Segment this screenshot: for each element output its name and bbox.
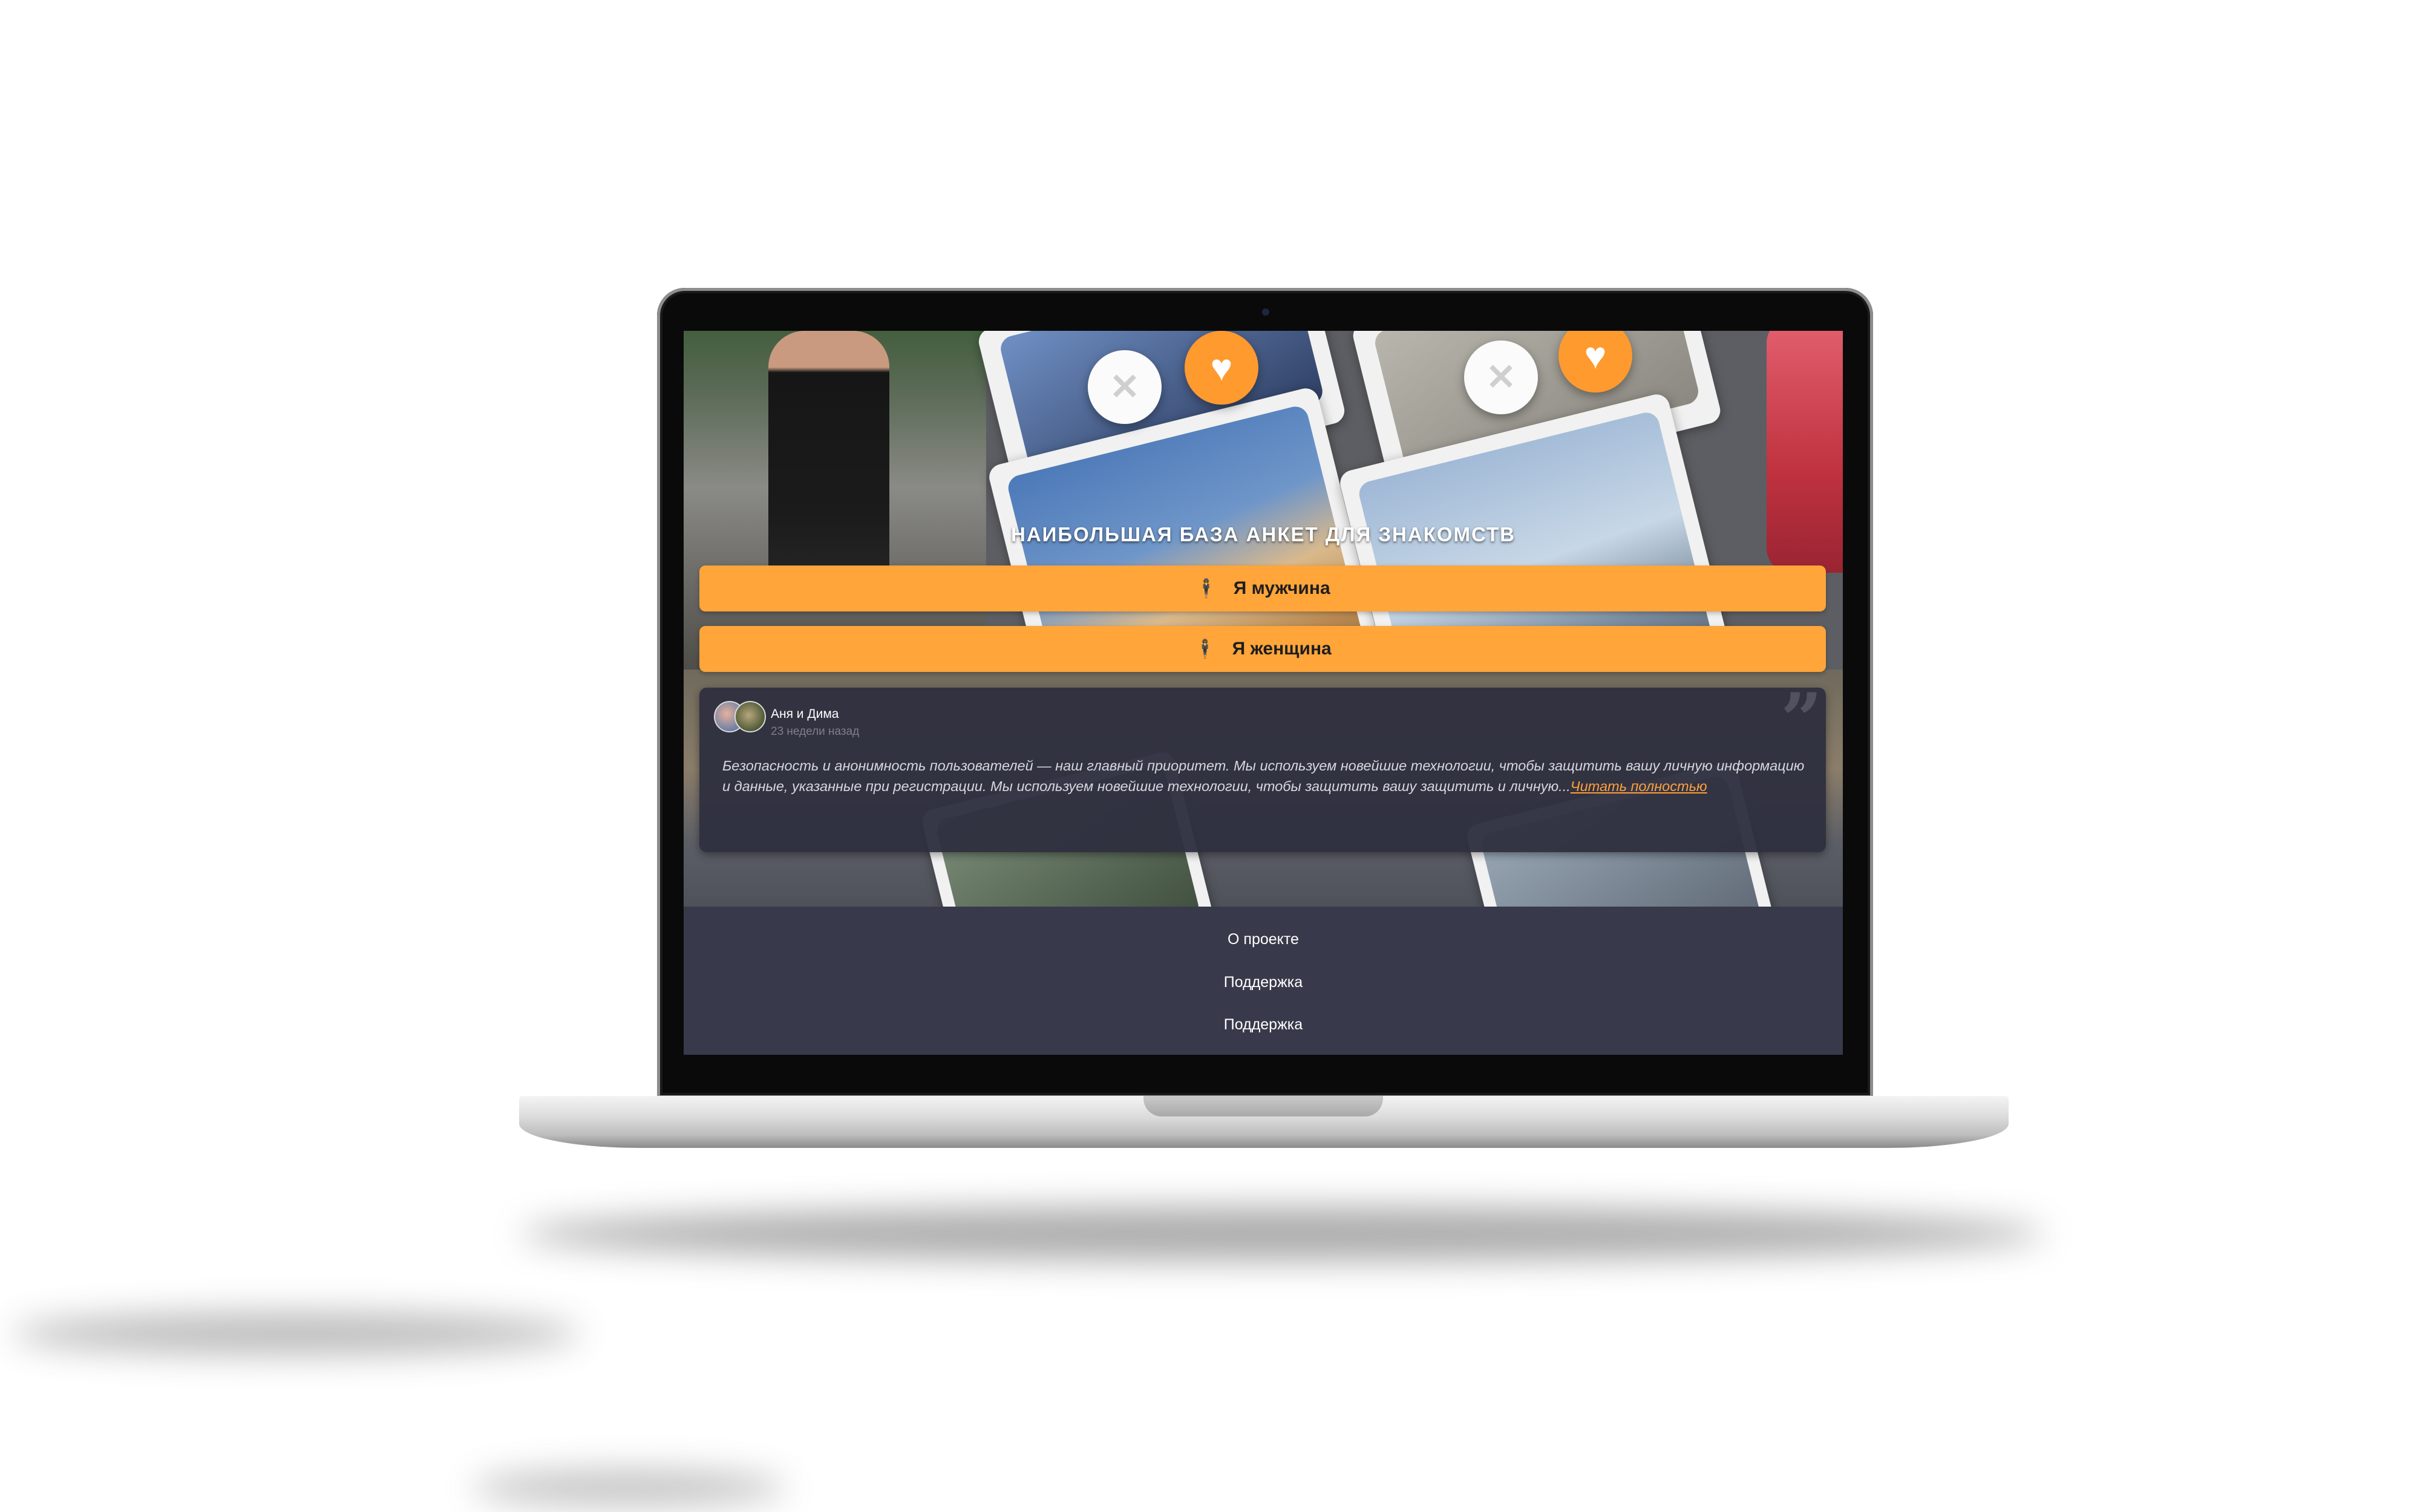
laptop-base — [519, 1096, 2009, 1148]
footer-link-about[interactable]: О проекте — [684, 931, 1843, 948]
review-card: Аня и Дима 23 недели назад ” Безопасност… — [699, 684, 1826, 852]
read-more-link[interactable]: Читать полностью — [1571, 778, 1707, 794]
i-am-man-button[interactable]: 🕴 Я мужчина — [699, 565, 1826, 611]
laptop-notch — [1143, 1096, 1383, 1116]
close-icon[interactable]: ✕ — [1088, 350, 1162, 424]
laptop-shadow — [520, 1207, 2045, 1261]
i-am-woman-label: Я женщина — [1232, 639, 1332, 659]
footer-link-support[interactable]: Поддержка — [684, 974, 1843, 991]
photo-man-figure — [768, 331, 889, 591]
person-icon: 🕴 — [1194, 639, 1217, 659]
close-icon[interactable]: ✕ — [1464, 341, 1538, 414]
hero-section: ✕ ♥ ✕ ♥ НАИБОЛЬШАЯ БАЗА АНКЕТ ДЛЯ ЗНАКОМ… — [684, 331, 1843, 907]
blurred-shadow-left — [12, 1312, 581, 1355]
review-text: Безопасность и анонимность пользователей… — [722, 755, 1805, 797]
camera-icon — [1262, 308, 1269, 316]
laptop-screen: ✕ ♥ ✕ ♥ НАИБОЛЬШАЯ БАЗА АНКЕТ ДЛЯ ЗНАКОМ… — [684, 331, 1843, 1055]
review-author: Аня и Дима — [771, 707, 839, 721]
footer: О проекте Поддержка Поддержка — [684, 907, 1843, 1055]
hero-title: НАИБОЛЬШАЯ БАЗА АНКЕТ ДЛЯ ЗНАКОМСТВ — [1011, 523, 1516, 546]
blurred-shadow-bottom — [472, 1470, 786, 1506]
footer-link-support-2[interactable]: Поддержка — [684, 1016, 1843, 1034]
heart-icon[interactable]: ♥ — [1185, 331, 1258, 405]
i-am-man-label: Я мужчина — [1233, 578, 1330, 598]
quote-icon: ” — [1780, 677, 1822, 763]
person-icon: 🕴 — [1195, 578, 1218, 599]
review-time: 23 недели назад — [771, 725, 860, 738]
avatar — [734, 701, 766, 732]
avatar-group — [714, 701, 768, 732]
i-am-woman-button[interactable]: 🕴 Я женщина — [699, 626, 1826, 672]
